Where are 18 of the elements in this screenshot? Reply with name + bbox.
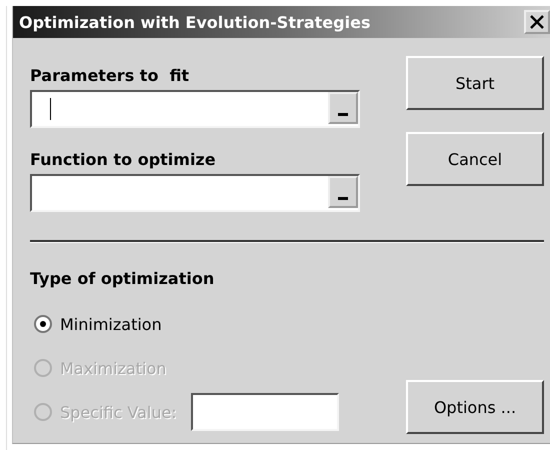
- window-title: Optimization with Evolution-Strategies: [19, 12, 370, 32]
- value-field[interactable]: [190, 393, 339, 431]
- dialog-button[interactable]: Start: [406, 56, 544, 110]
- collapse-button[interactable]: [328, 176, 358, 208]
- group-title: Type of optimization: [30, 269, 216, 288]
- options-button[interactable]: Options ...: [406, 380, 544, 434]
- input-field[interactable]: [30, 90, 360, 128]
- input-field[interactable]: [30, 174, 360, 212]
- field-label: Function to optimize: [30, 150, 217, 169]
- close-icon: [529, 14, 545, 30]
- field-label: Parameters to fit: [30, 66, 190, 85]
- radio-button[interactable]: [34, 315, 52, 333]
- close-button[interactable]: [524, 10, 550, 34]
- dash-icon: [338, 197, 348, 200]
- dash-icon: [338, 113, 348, 116]
- collapse-button[interactable]: [328, 92, 358, 124]
- option-label[interactable]: Minimization: [60, 314, 162, 334]
- dialog-button[interactable]: Cancel: [406, 132, 544, 186]
